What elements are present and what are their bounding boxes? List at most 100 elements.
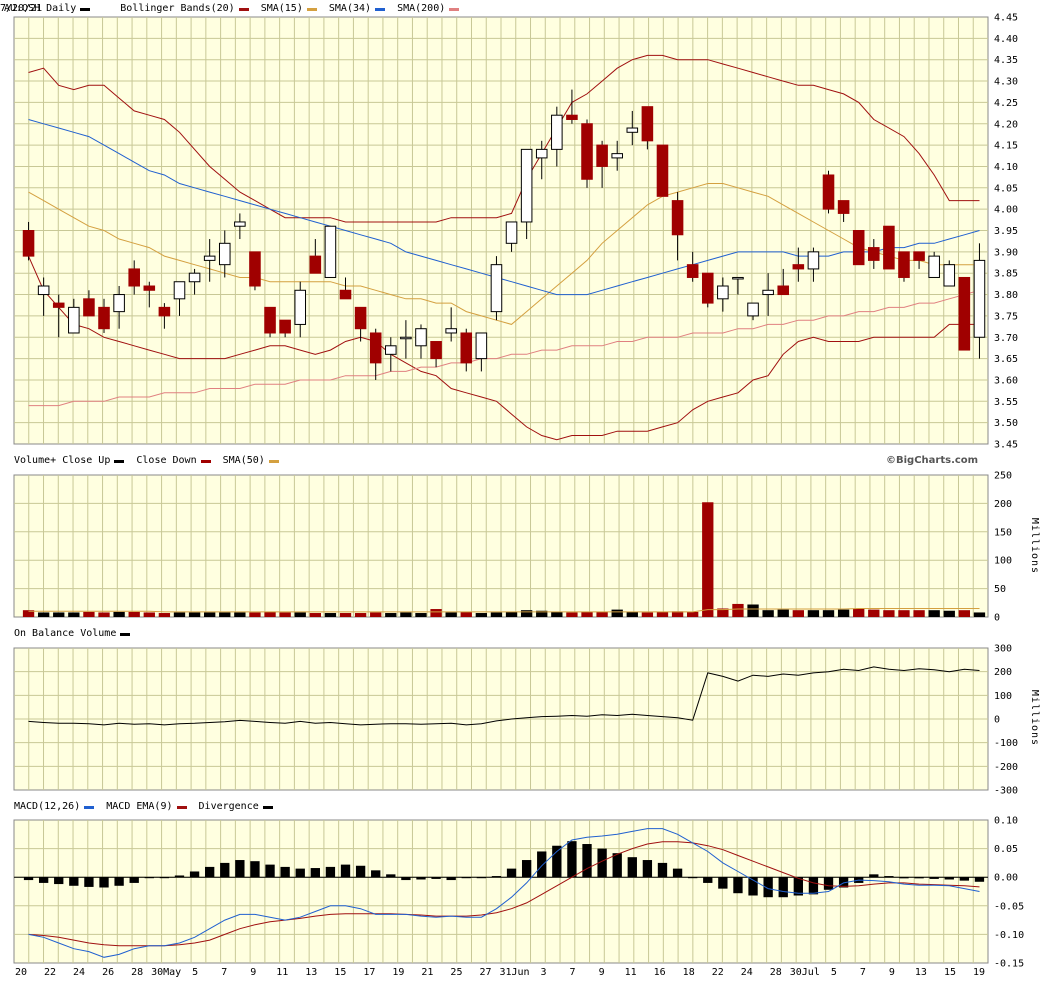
volume-bar [837, 609, 850, 617]
volume-bar [219, 612, 231, 617]
macd-divergence-bar [506, 868, 517, 878]
candle-body [551, 114, 563, 150]
candle-body [732, 276, 744, 280]
volume-bar [702, 502, 714, 617]
volume-bar [204, 612, 216, 617]
macd-divergence-bar [220, 862, 230, 878]
volume-bar [762, 610, 774, 617]
macd-divergence-bar [280, 866, 290, 878]
volume-bar [807, 610, 820, 617]
volume-bar [234, 612, 246, 617]
price-tick-label: 3.75 [994, 311, 1018, 322]
candle-body [68, 306, 80, 334]
volume-bar [732, 603, 744, 617]
macd-divergence-bar [235, 860, 245, 878]
price-tick-label: 3.90 [994, 247, 1018, 258]
obv-tick-label: 100 [994, 691, 1012, 702]
x-tick-label: 7 [570, 967, 576, 978]
candle-body [369, 332, 382, 364]
macd-divergence-bar [355, 865, 366, 878]
volume-bar [868, 609, 880, 617]
volume-bar [958, 610, 971, 617]
macd-divergence-bar [114, 877, 124, 886]
volume-bar [687, 611, 699, 617]
volume-bar [68, 612, 80, 617]
volume-bar [460, 611, 472, 617]
volume-bar [249, 612, 261, 617]
x-tick-label: 19 [392, 967, 404, 978]
volume-bar [339, 613, 352, 617]
candle-body [158, 306, 171, 317]
candle-body [460, 332, 473, 364]
x-tick-label: 11 [276, 967, 288, 978]
x-tick-label: 17 [363, 967, 375, 978]
obv-tick-label: 300 [994, 644, 1012, 655]
candle-body [611, 153, 623, 159]
macd-tick-label: -0.05 [994, 901, 1024, 912]
price-tick-label: 3.45 [994, 440, 1018, 451]
candle-body [566, 114, 578, 120]
x-tick-label: 19 [973, 967, 985, 978]
volume-bar [128, 611, 140, 617]
macd-divergence-bar [808, 877, 819, 895]
volume-bar [53, 612, 65, 617]
candle-body [807, 251, 820, 270]
candle-body [475, 332, 488, 360]
volume-bar [626, 611, 638, 617]
volume-bar [913, 610, 925, 617]
candle-body [581, 123, 593, 180]
volume-bar [309, 613, 321, 617]
candle-body [837, 200, 850, 214]
x-tick-label: 13 [915, 967, 927, 978]
price-tick-label: 3.60 [994, 375, 1018, 386]
macd-divergence-bar [823, 877, 834, 890]
macd-divergence-bar [612, 853, 622, 878]
volume-bar [641, 612, 654, 617]
obv-tick-label: -300 [994, 786, 1018, 797]
volume-bar [98, 612, 110, 617]
macd-divergence-bar [642, 860, 653, 878]
obv-tick-label: 0 [994, 715, 1000, 726]
macd-divergence-bar [205, 866, 215, 878]
volume-tick-label: 250 [994, 471, 1012, 482]
x-tick-label: 27 [479, 967, 491, 978]
volume-bar [354, 613, 367, 617]
macd-divergence-bar [340, 864, 351, 878]
volume-bar [188, 612, 201, 617]
volume-bar [173, 612, 186, 617]
price-tick-label: 3.55 [994, 397, 1018, 408]
macd-divergence-bar [537, 851, 547, 878]
axis-ylabel-millions: Millions [1029, 690, 1040, 746]
macd-divergence-bar [552, 845, 562, 878]
x-tick-label: 24 [73, 967, 85, 978]
price-tick-label: 4.40 [994, 34, 1018, 45]
volume-tick-label: 150 [994, 527, 1012, 538]
volume-bar [505, 611, 518, 617]
candle-body [264, 306, 276, 334]
candle-body [958, 276, 971, 351]
candle-body [505, 221, 518, 244]
candle-body [218, 242, 231, 266]
obv-tick-label: -100 [994, 738, 1018, 749]
candle-body [113, 294, 125, 313]
macd-divergence-bar [778, 877, 788, 898]
candle-body [354, 306, 367, 330]
volume-bar [430, 609, 442, 617]
x-tick-label: 5 [192, 967, 198, 978]
candle-body [822, 174, 835, 210]
candle-body [792, 264, 805, 270]
candle-body [913, 251, 925, 261]
macd-divergence-bar [567, 841, 577, 878]
volume-bar [883, 610, 895, 617]
candle-body [701, 272, 714, 304]
volume-bar [143, 612, 155, 617]
macd-divergence-bar [959, 877, 970, 881]
x-tick-label: 5 [831, 967, 837, 978]
macd-divergence-bar [265, 864, 275, 878]
volume-bar [656, 611, 669, 617]
volume-bar [747, 604, 759, 617]
axis-ylabel-millions: Millions [1029, 518, 1040, 574]
candle-body [943, 264, 956, 287]
macd-tick-label: -0.15 [994, 959, 1024, 970]
candle-body [777, 285, 790, 296]
